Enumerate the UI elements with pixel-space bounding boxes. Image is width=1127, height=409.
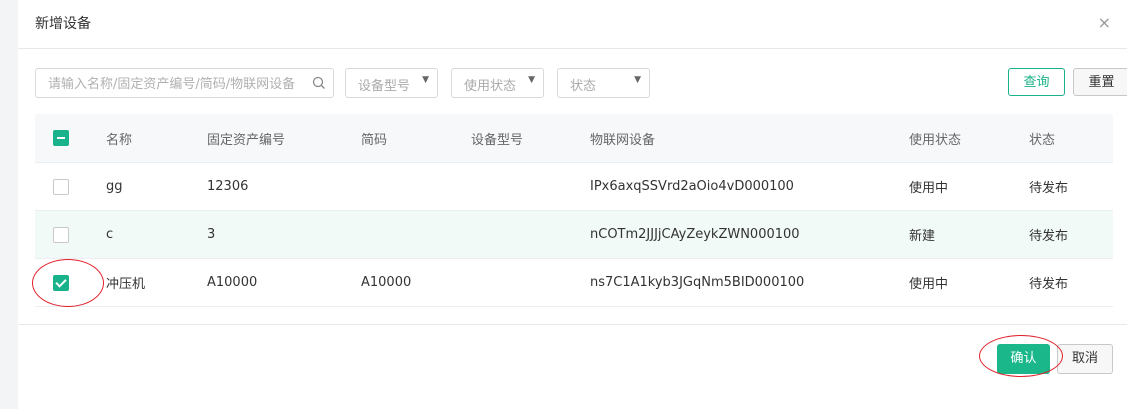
cell-model: [471, 210, 590, 259]
chevron-down-icon: ▼: [422, 75, 429, 85]
row-checkbox[interactable]: [53, 274, 69, 291]
cell-iot: ns7C1A1kyb3JGqNm5BID000100: [590, 258, 909, 307]
cell-status: 待发布: [1029, 162, 1113, 211]
table-header-row: 名称 固定资产编号 简码 设备型号 物联网设备 使用状态 状态: [35, 114, 1113, 163]
cell-name: c: [106, 210, 207, 259]
usage-select-value: 使用状态: [464, 79, 517, 94]
search-icon[interactable]: [311, 75, 327, 91]
cell-usage: 使用中: [909, 258, 1029, 307]
column-header: 设备型号: [471, 114, 590, 163]
cell-iot: IPx6axqSSVrd2aOio4vD000100: [590, 162, 909, 211]
cell-model: [471, 258, 590, 307]
cell-model: [471, 162, 590, 211]
cell-status: 待发布: [1029, 258, 1113, 307]
search-box: [35, 68, 334, 99]
model-select-value: 设备型号: [358, 79, 411, 94]
cancel-button[interactable]: 取消: [1057, 344, 1113, 374]
reset-button[interactable]: 重置: [1073, 68, 1127, 96]
row-checkbox[interactable]: [53, 226, 69, 243]
cell-name: 冲压机: [106, 258, 207, 307]
cell-short-code: A10000: [361, 258, 471, 307]
chevron-down-icon: ▼: [528, 75, 535, 85]
query-button[interactable]: 查询: [1008, 68, 1065, 96]
header-checkbox-cell: [35, 114, 106, 163]
table-row[interactable]: 冲压机 A10000 A10000 ns7C1A1kyb3JGqNm5BID00…: [35, 258, 1113, 307]
row-checkbox-cell: [35, 210, 106, 259]
model-select[interactable]: 设备型号 ▼: [345, 68, 438, 98]
status-select[interactable]: 状态 ▼: [557, 68, 650, 98]
dialog-header: 新增设备 ×: [18, 0, 1127, 49]
table-row[interactable]: c 3 nCOTm2JJJjCAyZeykZWN000100 新建 待发布: [35, 210, 1113, 259]
search-input[interactable]: [46, 69, 310, 99]
status-select-value: 状态: [570, 79, 597, 94]
cell-usage: 使用中: [909, 162, 1029, 211]
cell-asset-no: 3: [207, 210, 361, 259]
usage-status-select[interactable]: 使用状态 ▼: [451, 68, 544, 98]
column-header: 物联网设备: [590, 114, 909, 163]
dialog-title: 新增设备: [35, 16, 91, 32]
table-row[interactable]: gg 12306 IPx6axqSSVrd2aOio4vD000100 使用中 …: [35, 162, 1113, 211]
cell-status: 待发布: [1029, 210, 1113, 259]
select-all-checkbox[interactable]: [53, 130, 69, 146]
column-header: 固定资产编号: [207, 114, 361, 163]
cell-name: gg: [106, 162, 207, 211]
confirm-button[interactable]: 确认: [997, 344, 1050, 374]
cell-usage: 新建: [909, 210, 1029, 259]
add-device-dialog: 新增设备 × 设备型号 ▼ 使用状态 ▼ 状态 ▼ 查询 重置: [18, 0, 1127, 409]
cell-asset-no: 12306: [207, 162, 361, 211]
column-header: 使用状态: [909, 114, 1029, 163]
column-header: 名称: [106, 114, 207, 163]
close-icon[interactable]: ×: [1098, 13, 1111, 33]
filter-bar: 设备型号 ▼ 使用状态 ▼ 状态 ▼ 查询 重置: [35, 68, 1127, 99]
row-checkbox-cell: [35, 162, 106, 211]
device-table: 名称 固定资产编号 简码 设备型号 物联网设备 使用状态 状态 gg 12306…: [35, 114, 1113, 307]
cell-short-code: [361, 210, 471, 259]
footer-divider: [18, 324, 1127, 325]
row-checkbox[interactable]: [53, 178, 69, 195]
cell-asset-no: A10000: [207, 258, 361, 307]
cell-iot: nCOTm2JJJjCAyZeykZWN000100: [590, 210, 909, 259]
row-checkbox-cell: [35, 258, 106, 307]
column-header: 状态: [1029, 114, 1113, 163]
chevron-down-icon: ▼: [634, 75, 641, 85]
column-header: 简码: [361, 114, 471, 163]
cell-short-code: [361, 162, 471, 211]
